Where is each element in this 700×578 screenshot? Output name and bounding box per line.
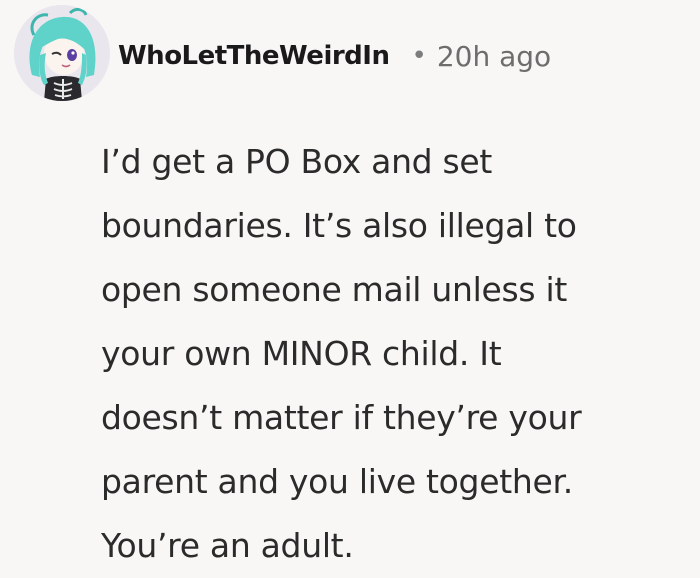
user-avatar[interactable] bbox=[14, 5, 110, 101]
comment-body: I’d get a PO Box and set boundaries. It’… bbox=[101, 130, 691, 578]
comment-card: WhoLetTheWeirdIn • 20h ago I’d get a PO … bbox=[0, 0, 700, 565]
comment-body-line: I’d get a PO Box and set bbox=[101, 142, 493, 181]
comment-body-line: your own MINOR child. It bbox=[101, 334, 502, 373]
comment-body-line: You’re an adult. bbox=[101, 526, 354, 565]
comment-body-line: doesn’t matter if they’re your bbox=[101, 398, 582, 437]
anime-skeleton-avatar-icon bbox=[14, 5, 110, 101]
meta-separator: • bbox=[411, 41, 427, 71]
username-link[interactable]: WhoLetTheWeirdIn bbox=[118, 41, 390, 71]
comment-timestamp[interactable]: 20h ago bbox=[437, 40, 551, 73]
comment-body-line: open someone mail unless it bbox=[101, 270, 567, 309]
comment-body-line: boundaries. It’s also illegal to bbox=[101, 206, 577, 245]
comment-header: WhoLetTheWeirdIn • 20h ago bbox=[118, 34, 551, 78]
comment-body-line: parent and you live together. bbox=[101, 462, 573, 501]
